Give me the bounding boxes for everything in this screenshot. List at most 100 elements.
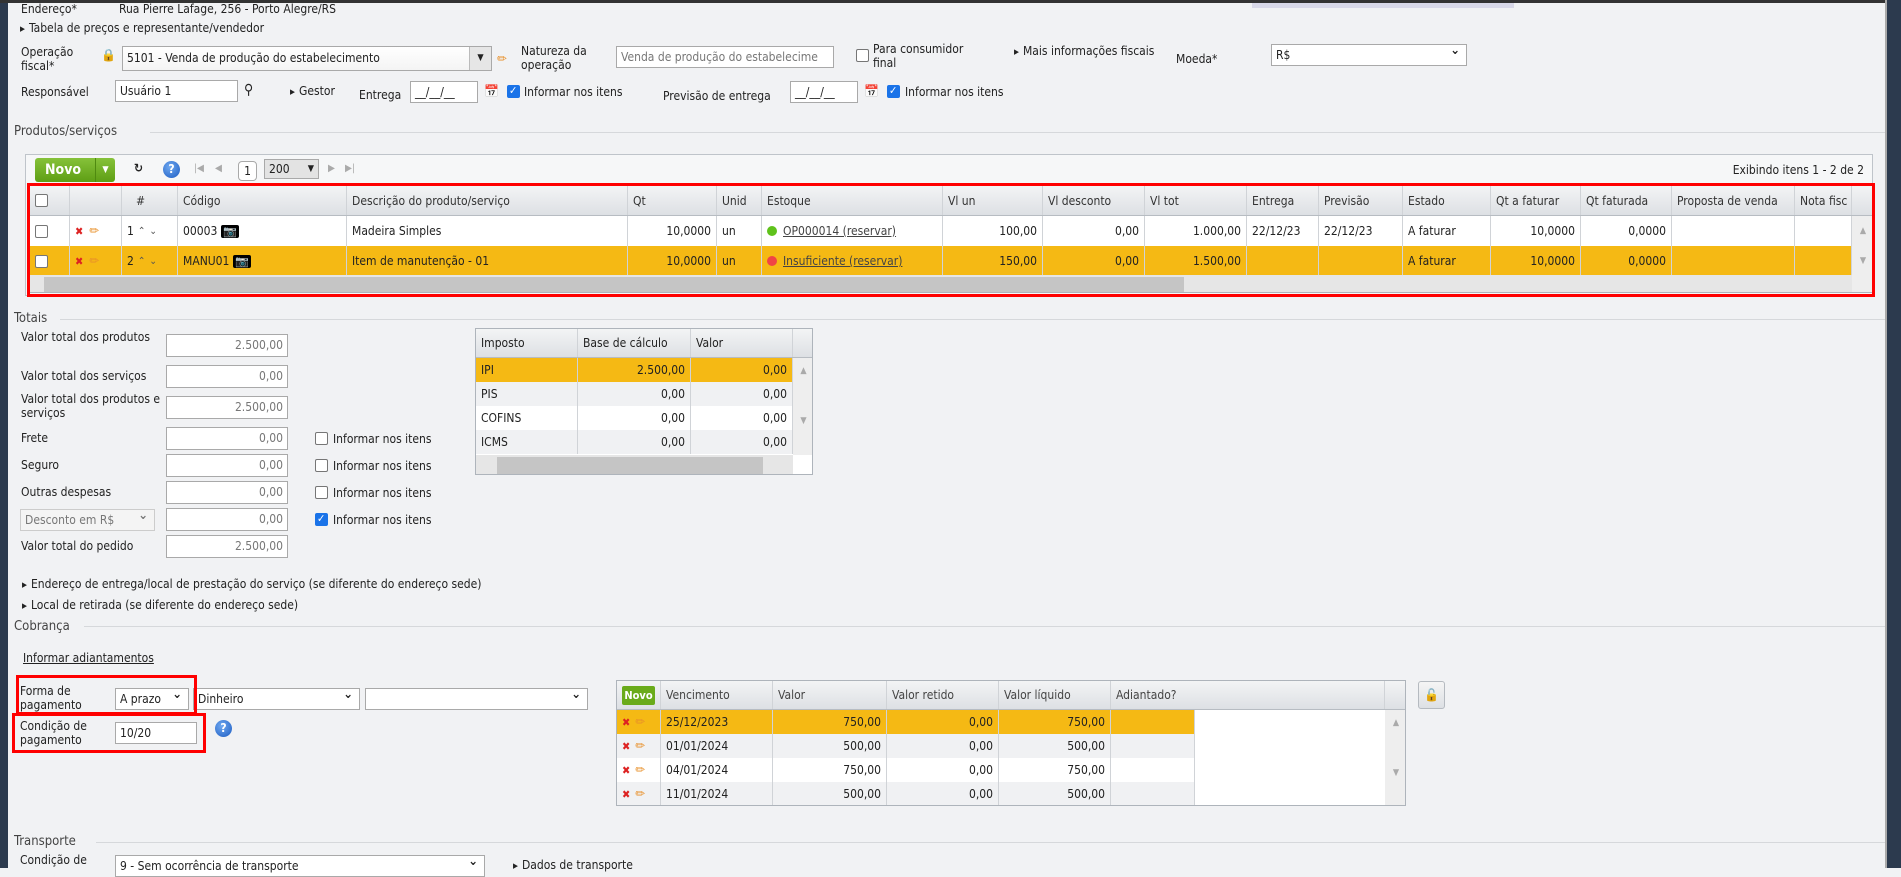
cell-name: IPI — [476, 358, 578, 382]
pencil-icon[interactable]: ✏ — [635, 715, 645, 730]
column-header-3[interactable]: Valor líquido — [999, 681, 1111, 709]
price-table-toggle[interactable]: Tabela de preços e representante/vendedo… — [20, 21, 264, 36]
final-consumer-checkbox[interactable] — [856, 49, 869, 62]
manager-toggle[interactable]: Gestor — [290, 84, 335, 99]
page-size-select[interactable]: 200 ▼ — [264, 159, 319, 179]
products-section-title: Produtos/serviços — [14, 124, 118, 139]
totals-input-products[interactable]: 2.500,00 — [166, 334, 288, 357]
new-product-button[interactable]: Novo ▼ — [35, 158, 115, 182]
dropdown-arrow-icon[interactable]: ▼ — [95, 158, 115, 182]
row-actions: ✖ ✏ — [617, 782, 661, 805]
help-icon[interactable]: ? — [163, 161, 180, 178]
final-consumer-label: Para consumidor final — [873, 42, 964, 70]
totals-input-freight[interactable]: 0,00 — [166, 427, 288, 450]
column-header-0[interactable]: Vencimento — [661, 681, 773, 709]
delivery-date-input[interactable]: __/__/__ — [410, 81, 478, 103]
table-row[interactable]: ✖ ✏ 11/01/2024 500,00 0,00 500,00 — [617, 782, 1195, 805]
advances-link[interactable]: Informar adiantamentos — [23, 651, 154, 665]
cell-retained: 0,00 — [887, 710, 999, 734]
column-header-1[interactable]: Base de cálculo — [578, 329, 691, 357]
divider — [96, 842, 1885, 843]
next-page-icon[interactable]: ▶ — [328, 163, 335, 174]
totals-label-services: Valor total dos serviços — [21, 369, 147, 383]
table-row[interactable]: PIS 0,00 0,00 — [476, 382, 793, 406]
payment-extra-select[interactable] — [365, 688, 588, 710]
table-row[interactable]: ✖ ✏ 25/12/2023 750,00 0,00 750,00 — [617, 710, 1195, 734]
transport-data-toggle[interactable]: Dados de transporte — [513, 858, 633, 873]
totals-input-services[interactable]: 0,00 — [166, 365, 288, 388]
vertical-scrollbar[interactable]: ▲ ▼ — [1385, 710, 1405, 805]
totals-input-both[interactable]: 2.500,00 — [166, 396, 288, 419]
refresh-icon[interactable]: ↻ — [134, 161, 143, 175]
horizontal-scrollbar[interactable] — [476, 455, 793, 474]
new-installment-cell[interactable]: Novo — [617, 681, 661, 709]
table-row[interactable]: ICMS 0,00 0,00 — [476, 430, 793, 454]
search-icon[interactable]: ⚲ — [244, 82, 253, 98]
vertical-scrollbar[interactable]: ▲ ▼ — [793, 358, 812, 455]
table-row[interactable]: COFINS 0,00 0,00 — [476, 406, 793, 430]
new-installment-button[interactable]: Novo — [622, 685, 655, 705]
billing-section-title: Cobrança — [14, 619, 70, 634]
calendar-icon[interactable]: 📅 — [484, 84, 499, 98]
items-checkbox[interactable] — [315, 432, 328, 445]
fiscal-op-select[interactable]: 5101 - Venda de produção do estabelecime… — [122, 46, 492, 71]
pencil-icon[interactable]: ✏ — [635, 787, 645, 802]
items-checkbox[interactable] — [315, 512, 328, 526]
column-header-1[interactable]: Valor — [773, 681, 887, 709]
pencil-icon[interactable]: ✏ — [635, 763, 645, 778]
scrollbar-thumb[interactable] — [497, 457, 763, 474]
prev-page-icon[interactable]: ◀ — [215, 163, 222, 174]
column-header-4[interactable]: Adiantado? — [1111, 681, 1385, 709]
items-checkbox-label: Informar nos itens — [333, 486, 432, 500]
annotation-box-products — [27, 183, 1875, 297]
pencil-icon[interactable]: ✏ — [635, 739, 645, 754]
fiscal-op-value: 5101 - Venda de produção do estabelecime… — [127, 51, 380, 65]
page-scrollbar[interactable] — [1885, 0, 1901, 868]
top-accent — [1252, 3, 1514, 8]
delivery-address-toggle[interactable]: Endereço de entrega/local de prestação d… — [22, 577, 482, 592]
column-header-0[interactable]: Imposto — [476, 329, 578, 357]
cell-adv — [1111, 734, 1195, 758]
cell-base: 2.500,00 — [578, 358, 691, 382]
pencil-icon[interactable]: ✏ — [497, 52, 507, 67]
unlock-icon[interactable]: 🔓 — [1418, 681, 1445, 709]
delete-icon[interactable]: ✖ — [622, 740, 630, 753]
transport-condition-select[interactable]: 9 - Sem ocorrência de transporte — [115, 855, 485, 877]
delete-icon[interactable]: ✖ — [622, 788, 630, 801]
currency-select[interactable]: R$ — [1271, 44, 1467, 66]
cell-base: 0,00 — [578, 382, 691, 406]
left-frame — [0, 0, 8, 868]
column-header-2[interactable]: Valor — [691, 329, 793, 357]
totals-input-other[interactable]: 0,00 — [166, 481, 288, 504]
delete-icon[interactable]: ✖ — [622, 716, 630, 729]
cell-adv — [1111, 782, 1195, 805]
cell-value: 500,00 — [773, 782, 887, 805]
forecast-items-checkbox[interactable] — [887, 84, 900, 98]
page-input[interactable]: 1 — [238, 161, 257, 181]
forecast-date-input[interactable]: __/__/__ — [790, 81, 858, 103]
pickup-toggle[interactable]: Local de retirada (se diferente do ender… — [22, 598, 298, 613]
payment-method-select[interactable]: Dinheiro — [193, 688, 360, 710]
table-row[interactable]: ✖ ✏ 04/01/2024 750,00 0,00 750,00 — [617, 758, 1195, 782]
totals-input-discount[interactable]: 0,00 — [166, 508, 288, 531]
discount-type-select[interactable]: Desconto em R$ — [20, 509, 155, 531]
responsible-input[interactable]: Usuário 1 — [115, 80, 238, 102]
delivery-items-checkbox[interactable] — [507, 84, 520, 98]
table-row[interactable]: IPI 2.500,00 0,00 — [476, 358, 793, 382]
items-checkbox[interactable] — [315, 459, 328, 472]
items-checkbox-label: Informar nos itens — [333, 432, 432, 446]
table-row[interactable]: ✖ ✏ 01/01/2024 500,00 0,00 500,00 — [617, 734, 1195, 758]
column-header-2[interactable]: Valor retido — [887, 681, 999, 709]
calendar-icon[interactable]: 📅 — [864, 84, 879, 98]
page-size-value: 200 — [269, 162, 290, 176]
totals-input-insurance[interactable]: 0,00 — [166, 454, 288, 477]
more-fiscal-toggle[interactable]: Mais informações fiscais — [1014, 44, 1154, 59]
last-page-icon[interactable]: ▶| — [345, 163, 355, 174]
first-page-icon[interactable]: |◀ — [194, 163, 204, 174]
nature-input[interactable]: Venda de produção do estabelecime — [616, 46, 834, 68]
delete-icon[interactable]: ✖ — [622, 764, 630, 777]
help-icon[interactable]: ? — [215, 720, 232, 737]
items-checkbox[interactable] — [315, 486, 328, 499]
totals-input-order[interactable]: 2.500,00 — [166, 535, 288, 558]
row-actions: ✖ ✏ — [617, 734, 661, 758]
